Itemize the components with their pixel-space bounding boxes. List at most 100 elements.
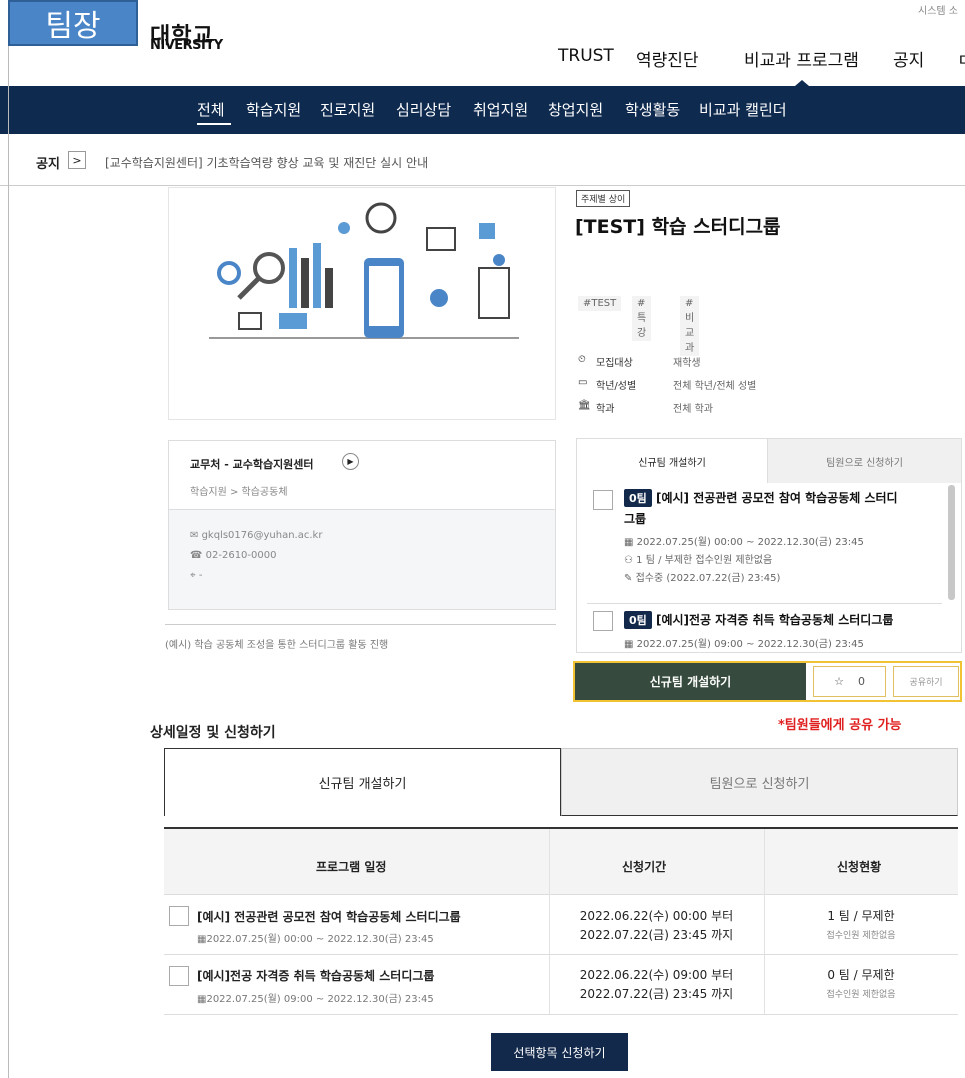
share-note: *팀원들에게 공유 가능 [778,718,902,733]
hashtag[interactable]: #특강 [632,296,652,341]
team-count-badge: 0팀 [624,489,652,507]
create-team-button[interactable]: 신규팀 개설하기 [575,663,806,700]
category-nav: 전체 학습지원 진로지원 심리상담 취업지원 창업지원 학생활동 비교과 캘린더 [0,86,965,134]
hashtag[interactable]: #TEST [578,296,622,311]
row-schedule-text: 2022.07.25(월) 09:00 ~ 2022.12.30(금) 23:4… [206,994,434,1005]
info-label: 모집대상 [596,358,633,369]
team-count-badge: 0팀 [624,611,652,629]
info-label: 학년/성별 [596,381,637,392]
calendar-icon: ▦ [624,537,637,548]
row-status-sub: 접수인원 제한없음 [826,931,896,941]
play-icon[interactable]: ▶ [342,453,359,470]
tab-new-team[interactable]: 신규팀 개설하기 [577,439,767,483]
hashtag[interactable]: #비교과 [680,296,700,356]
system-link[interactable]: 시스템 소 [918,2,958,17]
pen-icon: ✎ [624,573,636,584]
panel-item-status: 접수중 (2022.07.22(금) 23:45) [635,573,781,584]
nav-startup[interactable]: 창업지원 [548,99,603,120]
role-badge-overlay: 팀장 [8,0,138,46]
row-apply-end: 2022.07.22(금) 23:45 까지 [579,928,734,942]
nav-learning[interactable]: 학습지원 [246,99,301,120]
frame-border [8,0,9,1078]
row-apply-end: 2022.07.22(금) 23:45 까지 [579,987,734,1001]
study-illustration-image [209,202,519,339]
column-header: 신청현황 [837,860,882,874]
panel-item-1[interactable]: 0팀 [예시] 전공관련 공모전 참여 학습공동체 스터디 그룹 ▦ 2022.… [624,489,898,584]
item-checkbox[interactable] [593,490,613,510]
panel-item-2[interactable]: 0팀 [예시]전공 자격증 취득 학습공동체 스터디그룹 ▦ 2022.07.2… [624,611,893,651]
column-header: 프로그램 일정 [316,860,387,874]
panel-item-title: [예시]전공 자격증 취득 학습공동체 스터디그룹 [655,613,894,627]
location-text: - [198,570,203,581]
divider [587,603,942,604]
building-icon: 🏛 [578,400,591,411]
detail-title: 상세일정 및 신청하기 [150,725,276,741]
row-schedule: ▦2022.07.25(월) 09:00 ~ 2022.12.30(금) 23:… [197,990,434,1005]
info-label: 학과 [596,404,615,415]
nav-counseling[interactable]: 심리상담 [396,99,451,120]
row-schedule: ▦2022.07.25(월) 00:00 ~ 2022.12.30(금) 23:… [197,930,434,945]
item-checkbox[interactable] [593,611,613,631]
panel-scrollbar[interactable] [948,485,955,600]
program-thumbnail [168,187,556,420]
phone-text: 02-2610-0000 [205,550,277,561]
gnb-more[interactable]: ㄷ [957,46,965,71]
gnb-programs[interactable]: 비교과 프로그램 [744,46,859,71]
detail-tab-join-team[interactable]: 팀원으로 신청하기 [561,748,958,816]
org-card-header [168,440,556,510]
row-title: [예시] 전공관련 공모전 참여 학습공동체 스터디그룹 [197,910,461,924]
university-logo-english[interactable]: NIVERSITY [150,38,223,53]
mail-icon: ✉ [190,530,202,541]
table-row [164,895,958,955]
gnb-trust[interactable]: TRUST [558,46,614,66]
card-icon: ▭ [578,377,588,388]
row-status: 0 팀 / 무제한 [827,968,895,982]
divider [165,624,556,625]
nav-calendar[interactable]: 비교과 캘린더 [699,99,787,120]
program-description: (예시) 학습 공동체 조성을 통한 스터디그룹 활동 진행 [165,640,389,651]
row-status-sub: 접수인원 제한없음 [826,990,896,1000]
panel-item-title: [예시] 전공관련 공모전 참여 학습공동체 스터디 [655,491,898,505]
tab-join-team[interactable]: 팀원으로 신청하기 [767,439,961,483]
category-tag: 주제별 상이 [576,190,631,207]
info-value: 전체 학과 [673,404,713,415]
info-value: 전체 학년/전체 성별 [673,381,757,392]
row-schedule-text: 2022.07.25(월) 00:00 ~ 2022.12.30(금) 23:4… [206,934,434,945]
share-button[interactable]: 공유하기 [893,666,959,697]
panel-item-title-cont: 그룹 [624,512,647,526]
favorite-button[interactable]: ☆ 0 [813,666,886,697]
row-checkbox[interactable] [169,966,189,986]
row-apply-start: 2022.06.22(수) 00:00 부터 [579,909,734,923]
column-header: 신청기간 [622,860,667,874]
star-icon: ☆ [834,675,844,688]
info-value: 재학생 [673,358,701,369]
row-title: [예시]전공 자격증 취득 학습공동체 스터디그룹 [197,969,435,983]
detail-tab-new-team[interactable]: 신규팀 개설하기 [164,748,561,816]
email-text: gkqls0176@yuhan.ac.kr [201,530,323,541]
org-location: ⌖ - [190,570,202,581]
nav-activities[interactable]: 학생활동 [625,99,680,120]
gnb-notice[interactable]: 공지 [893,46,924,71]
nav-career[interactable]: 진로지원 [320,99,375,120]
clock-icon: ⏲ [578,354,586,365]
nav-active-underline [197,123,231,125]
notice-text[interactable]: [교수학습지원센터] 기초학습역량 향상 교육 및 재진단 실시 안내 [105,154,428,171]
panel-item-period: 2022.07.25(월) 00:00 ~ 2022.12.30(금) 23:4… [636,537,864,548]
row-checkbox[interactable] [169,906,189,926]
location-icon: ⌖ [190,570,199,581]
people-icon: ⚇ [624,555,637,566]
gnb-diagnosis[interactable]: 역량진단 [636,46,699,71]
nav-all[interactable]: 전체 [197,99,225,120]
notice-label: 공지 [36,157,60,172]
notice-next-button[interactable]: > [68,151,86,169]
org-path: 학습지원 > 학습공동체 [190,487,288,498]
org-phone: ☎ 02-2610-0000 [190,550,276,561]
program-title: [TEST] 학습 스터디그룹 [575,216,781,238]
row-apply-start: 2022.06.22(수) 09:00 부터 [579,968,734,982]
panel-item-period: 2022.07.25(월) 09:00 ~ 2022.12.30(금) 23:4… [636,639,864,650]
calendar-icon: ▦ [624,639,637,650]
row-status: 1 팀 / 무제한 [827,909,895,923]
apply-selected-button[interactable]: 선택항목 신청하기 [491,1033,628,1071]
nav-employment[interactable]: 취업지원 [473,99,528,120]
org-name: 교무처 - 교수학습지원센터 [190,458,314,471]
